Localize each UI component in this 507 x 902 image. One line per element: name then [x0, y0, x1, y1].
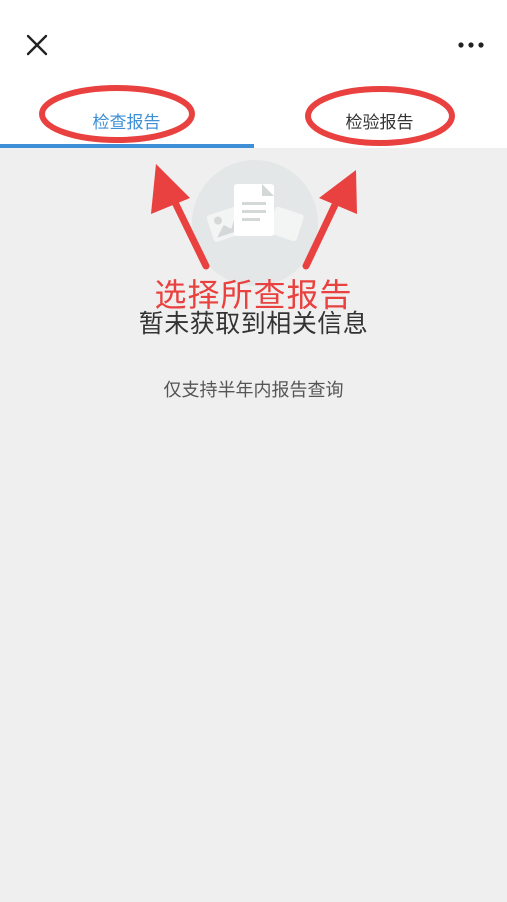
- empty-state-illustration: [190, 158, 320, 288]
- top-bar: [0, 0, 507, 92]
- more-button[interactable]: [454, 36, 488, 54]
- close-icon: [26, 34, 48, 56]
- report-tabs: 检查报告 检验报告: [0, 92, 507, 149]
- empty-state-title: 暂未获取到相关信息: [138, 309, 369, 338]
- tab-exam-report-label: 检查报告: [92, 112, 161, 133]
- more-icon: [458, 42, 484, 48]
- tab-lab-report-label: 检验报告: [345, 112, 414, 133]
- close-button[interactable]: [22, 30, 52, 60]
- empty-state-subtitle: 仅支持半年内报告查询: [163, 380, 344, 401]
- document-image-icon: [192, 160, 318, 286]
- tab-lab-report[interactable]: 检验报告: [253, 92, 506, 148]
- tab-exam-report[interactable]: 检查报告: [0, 92, 253, 148]
